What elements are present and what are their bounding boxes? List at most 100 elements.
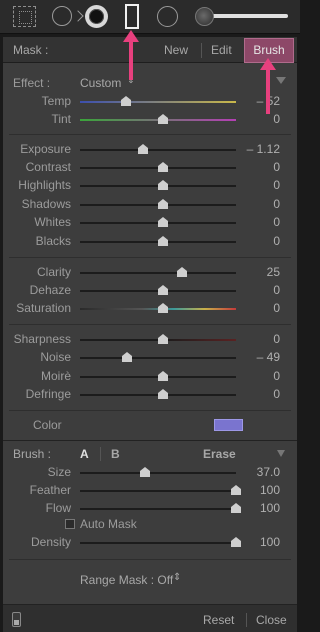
- slider-row-highlights: Highlights 0: [3, 177, 297, 195]
- color-swatch[interactable]: [214, 419, 243, 431]
- slider-value[interactable]: 0: [242, 112, 280, 126]
- slider-row-size: Size 37.0: [3, 464, 297, 482]
- slider-label: Exposure: [20, 142, 71, 156]
- slider-label: Shadows: [21, 197, 71, 211]
- color-label: Color: [33, 418, 62, 432]
- brush-section-divider: [3, 440, 297, 441]
- effect-collapse-icon[interactable]: [276, 77, 286, 84]
- slider-label: Noise: [40, 350, 71, 364]
- slider-label: Density: [30, 535, 71, 549]
- slider-row-moire: Moirè 0: [3, 368, 297, 386]
- slider-value[interactable]: 0: [242, 215, 280, 229]
- auto-mask-checkbox[interactable]: [65, 519, 75, 529]
- radial-filter-icon[interactable]: [157, 6, 178, 27]
- slider-value[interactable]: 100: [242, 483, 280, 497]
- slider-row-contrast: Contrast 0: [3, 159, 297, 177]
- slider-row-density: Density 100: [3, 534, 297, 552]
- slider-value[interactable]: 100: [242, 535, 280, 549]
- auto-mask-label: Auto Mask: [80, 517, 137, 531]
- slider-value[interactable]: – 49: [242, 350, 280, 364]
- slider-value[interactable]: 0: [242, 301, 280, 315]
- section-divider: [9, 134, 291, 135]
- brush-a-button[interactable]: A: [80, 447, 89, 461]
- slider-value[interactable]: – 1.12: [242, 142, 280, 156]
- brush-erase-button[interactable]: Erase: [203, 447, 236, 461]
- slider-label: Dehaze: [29, 283, 71, 297]
- slider-row-shadows: Shadows 0: [3, 196, 297, 214]
- slider-label: Size: [47, 465, 71, 479]
- slider-track[interactable]: [80, 472, 236, 474]
- slider-label: Blacks: [35, 234, 71, 248]
- slider-row-blacks: Blacks 0: [3, 233, 297, 251]
- mask-separator: [201, 43, 202, 58]
- slider-track[interactable]: [80, 490, 236, 492]
- slider-value[interactable]: 0: [242, 234, 280, 248]
- slider-track[interactable]: [80, 508, 236, 510]
- slider-label: Whites: [34, 215, 71, 229]
- slider-row-sharpness: Sharpness 0: [3, 331, 297, 349]
- section-divider: [9, 257, 291, 258]
- panel-toggle-switch[interactable]: [12, 612, 21, 627]
- slider-label: Temp: [41, 94, 71, 108]
- annotation-arrow-head: [123, 30, 139, 42]
- slider-row-dehaze: Dehaze 0: [3, 282, 297, 300]
- brush-b-button[interactable]: B: [111, 447, 120, 461]
- slider-value[interactable]: – 52: [242, 94, 280, 108]
- brush-label: Brush :: [13, 447, 52, 461]
- slider-label: Flow: [45, 501, 71, 515]
- red-eye-icon[interactable]: [85, 5, 108, 28]
- slider-track[interactable]: [80, 357, 236, 359]
- slider-track[interactable]: [80, 542, 236, 544]
- slider-row-defringe: Defringe 0: [3, 386, 297, 404]
- slider-value[interactable]: 0: [242, 332, 280, 346]
- annotation-arrow-head: [260, 58, 276, 70]
- panel-footer: Reset Close: [3, 604, 297, 632]
- slider-track[interactable]: [80, 101, 236, 103]
- slider-value[interactable]: 0: [242, 369, 280, 383]
- slider-row-noise: Noise – 49: [3, 349, 297, 367]
- crop-overlay-icon[interactable]: [13, 6, 36, 27]
- slider-value[interactable]: 0: [242, 178, 280, 192]
- slider-value[interactable]: 25: [242, 265, 280, 279]
- close-button[interactable]: Close: [256, 613, 287, 627]
- slider-value[interactable]: 0: [242, 387, 280, 401]
- tool-strip: [0, 0, 300, 34]
- slider-row-tint: Tint 0: [3, 111, 297, 129]
- slider-label: Highlights: [18, 178, 71, 192]
- mask-new-button[interactable]: New: [164, 43, 188, 57]
- slider-label: Clarity: [36, 265, 71, 279]
- adjustment-brush-icon[interactable]: [195, 7, 214, 26]
- slider-row-saturation: Saturation 0: [3, 300, 297, 318]
- slider-value[interactable]: 37.0: [242, 465, 280, 479]
- slider-value[interactable]: 100: [242, 501, 280, 515]
- slider-track[interactable]: [80, 149, 236, 151]
- slider-row-exposure: Exposure – 1.12: [3, 141, 297, 159]
- slider-label: Saturation: [16, 301, 71, 315]
- section-divider: [9, 410, 291, 411]
- slider-label: Feather: [29, 483, 71, 497]
- slider-row-clarity: Clarity 25: [3, 264, 297, 282]
- slider-row-feather: Feather 100: [3, 482, 297, 500]
- local-adjustment-panel: Mask : New Edit Brush Effect : Custom ⇕ …: [3, 37, 297, 632]
- effect-select[interactable]: Custom: [80, 76, 121, 90]
- slider-label: Defringe: [25, 387, 71, 401]
- graduated-filter-icon[interactable]: [125, 4, 139, 29]
- slider-row-whites: Whites 0: [3, 214, 297, 232]
- brush-collapse-icon[interactable]: [277, 450, 285, 457]
- mask-row: Mask : New Edit Brush: [3, 37, 297, 63]
- mask-edit-button[interactable]: Edit: [211, 43, 232, 57]
- slider-value[interactable]: 0: [242, 283, 280, 297]
- spot-removal-icon[interactable]: [52, 6, 72, 26]
- slider-value[interactable]: 0: [242, 160, 280, 174]
- footer-separator: [246, 613, 247, 627]
- section-divider: [9, 324, 291, 325]
- range-mask-caret-icon[interactable]: ⇕: [173, 572, 181, 583]
- annotation-arrow-shaft: [129, 38, 133, 80]
- annotation-arrow-shaft: [266, 66, 270, 114]
- slider-value[interactable]: 0: [242, 197, 280, 211]
- slider-track[interactable]: [80, 272, 236, 274]
- reset-button[interactable]: Reset: [203, 613, 234, 627]
- adjustment-brush-track: [211, 14, 288, 18]
- slider-row-temp: Temp – 52: [3, 93, 297, 111]
- range-mask-select[interactable]: Range Mask : Off: [80, 573, 173, 587]
